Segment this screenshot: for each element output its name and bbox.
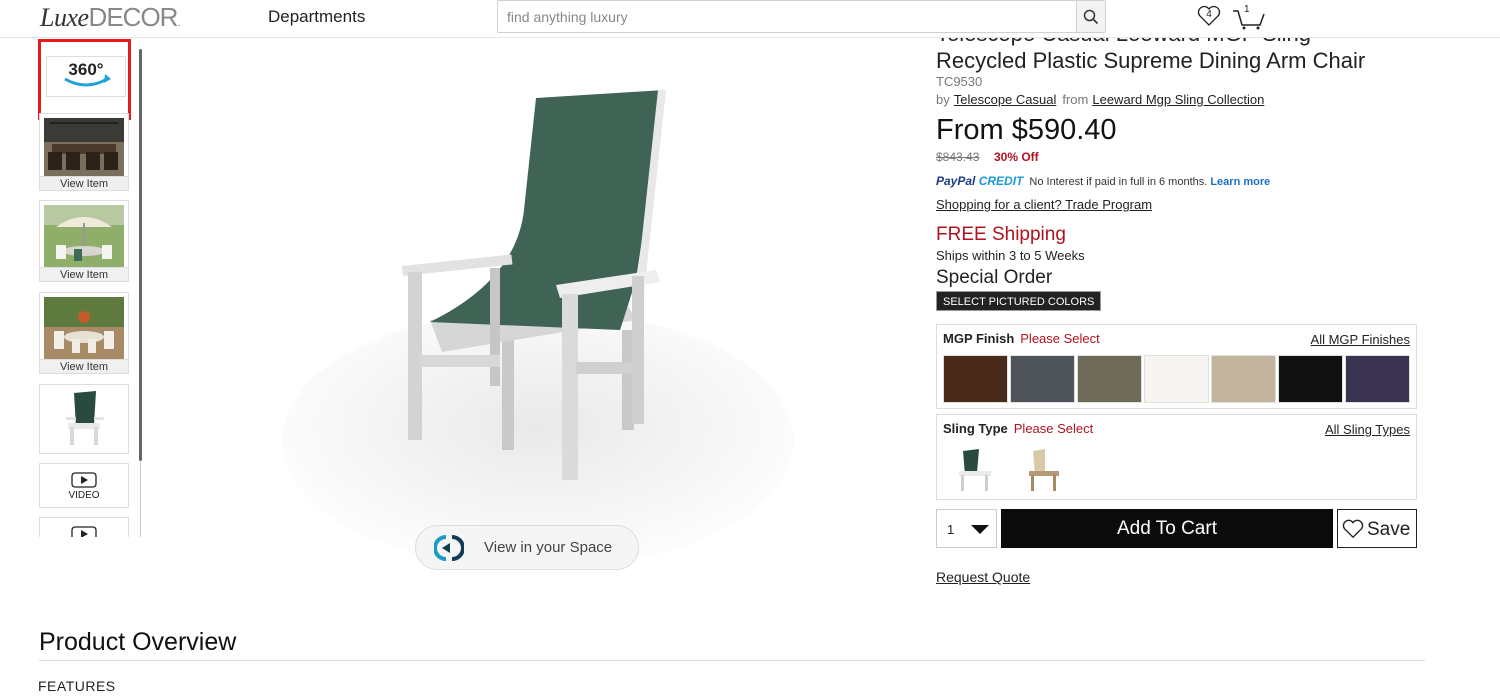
finish-swatch[interactable] (1345, 355, 1410, 403)
was-price: $843.43 (936, 150, 980, 164)
thumb-360[interactable]: 360° (46, 56, 126, 97)
departments-menu[interactable]: Departments (268, 7, 365, 27)
save-label: Save (1367, 519, 1411, 540)
finish-swatch[interactable] (943, 355, 1008, 403)
patio-umbrella-image (44, 205, 124, 267)
thumb-360-label: 360° (68, 60, 103, 79)
thumb-item-3[interactable]: View Item (39, 292, 129, 374)
thumbnail-scroll-track (140, 461, 141, 537)
sling-options-panel: Sling Type Please Select All Sling Types (936, 414, 1417, 500)
paypal-learn-more-link[interactable]: Learn more (1210, 176, 1270, 188)
finish-swatch[interactable] (1144, 355, 1209, 403)
search-bar (497, 0, 1106, 33)
save-button[interactable]: Save (1337, 509, 1417, 548)
thumb-caption: View Item (40, 267, 128, 281)
sling-heading: Sling Type Please Select (943, 421, 1094, 436)
finish-swatch[interactable] (1077, 355, 1142, 403)
product-sku: TC9530 (936, 74, 983, 89)
thumb-caption: View Item (40, 176, 128, 190)
finish-swatch[interactable] (1211, 355, 1276, 403)
all-sling-types-link[interactable]: All Sling Types (1325, 422, 1410, 437)
search-icon (1083, 9, 1099, 24)
thumb-item-4[interactable] (39, 384, 129, 454)
thumb-caption: View Item (40, 359, 128, 373)
product-title-line2: Recycled Plastic Supreme Dining Arm Chai… (936, 48, 1366, 73)
video-play-icon (71, 472, 97, 488)
finish-swatch[interactable] (1010, 355, 1075, 403)
thumb-item-1[interactable]: View Item (39, 113, 129, 191)
search-input[interactable] (498, 1, 1076, 32)
product-overview-heading: Product Overview (39, 628, 237, 656)
thumb-360-highlight: 360° (38, 39, 131, 120)
free-shipping-label: FREE Shipping (936, 224, 1066, 245)
request-quote-link[interactable]: Request Quote (936, 569, 1030, 585)
finish-swatch[interactable] (1278, 355, 1343, 403)
sling-prompt: Please Select (1013, 421, 1094, 436)
trade-program-link[interactable]: Shopping for a client? Trade Program (936, 197, 1152, 212)
view-in-space-button[interactable]: View in your Space (415, 525, 639, 570)
ar-view-icon (434, 535, 464, 561)
heart-icon (1342, 519, 1364, 539)
product-byline: by Telescope Casual from Leeward Mgp Sling … (936, 92, 1265, 107)
360-view-icon: 360° (64, 60, 111, 87)
product-price: From $590.40 (936, 114, 1117, 146)
sling-option-green[interactable] (953, 445, 1001, 495)
features-heading: FEATURES (38, 678, 116, 694)
sling-option-tan[interactable] (1021, 445, 1069, 495)
search-button[interactable] (1076, 1, 1105, 32)
patio-set-image (44, 297, 124, 359)
thumb-video-label: VIDEO (68, 490, 100, 501)
quantity-value: 1 (947, 522, 955, 537)
main-product-image[interactable] (280, 80, 800, 580)
ships-within-label: Ships within 3 to 5 Weeks (936, 248, 1085, 263)
paypal-credit-logo: PayPal CREDIT (936, 174, 1024, 188)
patio-dining-image (44, 118, 124, 176)
site-logo[interactable]: LuxeDECOR. (40, 2, 180, 33)
chevron-down-icon (971, 525, 989, 534)
brand-link[interactable]: Telescope Casual (954, 92, 1057, 107)
thumb-video-1[interactable]: VIDEO (39, 463, 129, 508)
thumb-item-2[interactable]: View Item (39, 200, 129, 282)
finish-heading: MGP Finish Please Select (943, 331, 1100, 346)
paypal-credit-line: PayPal CREDIT No Interest if paid in full… (936, 174, 1271, 188)
collection-link[interactable]: Leeward Mgp Sling Collection (1092, 92, 1264, 107)
chair-thumbnail-image (66, 391, 104, 445)
discount-badge: 30% Off (994, 150, 1039, 164)
all-finishes-link[interactable]: All MGP Finishes (1311, 332, 1410, 347)
add-to-cart-button[interactable]: Add To Cart (1001, 509, 1333, 548)
finish-prompt: Please Select (1020, 331, 1100, 346)
section-divider (39, 660, 1425, 661)
header-icons-layer (1180, 0, 1280, 38)
thumb-video-2[interactable] (39, 517, 129, 537)
thumbnail-scrollbar[interactable] (139, 49, 142, 461)
quantity-select[interactable]: 1 (936, 509, 997, 548)
finish-options-panel: MGP Finish Please Select All MGP Finishes (936, 324, 1417, 409)
video-play-icon (71, 526, 97, 537)
special-order-label: Special Order (936, 267, 1053, 288)
select-pictured-colors-button[interactable]: SELECT PICTURED COLORS (936, 291, 1102, 311)
view-in-space-label: View in your Space (484, 539, 613, 556)
thumbnail-gallery: 360° View Item View Item View Item VIDEO (38, 39, 144, 537)
